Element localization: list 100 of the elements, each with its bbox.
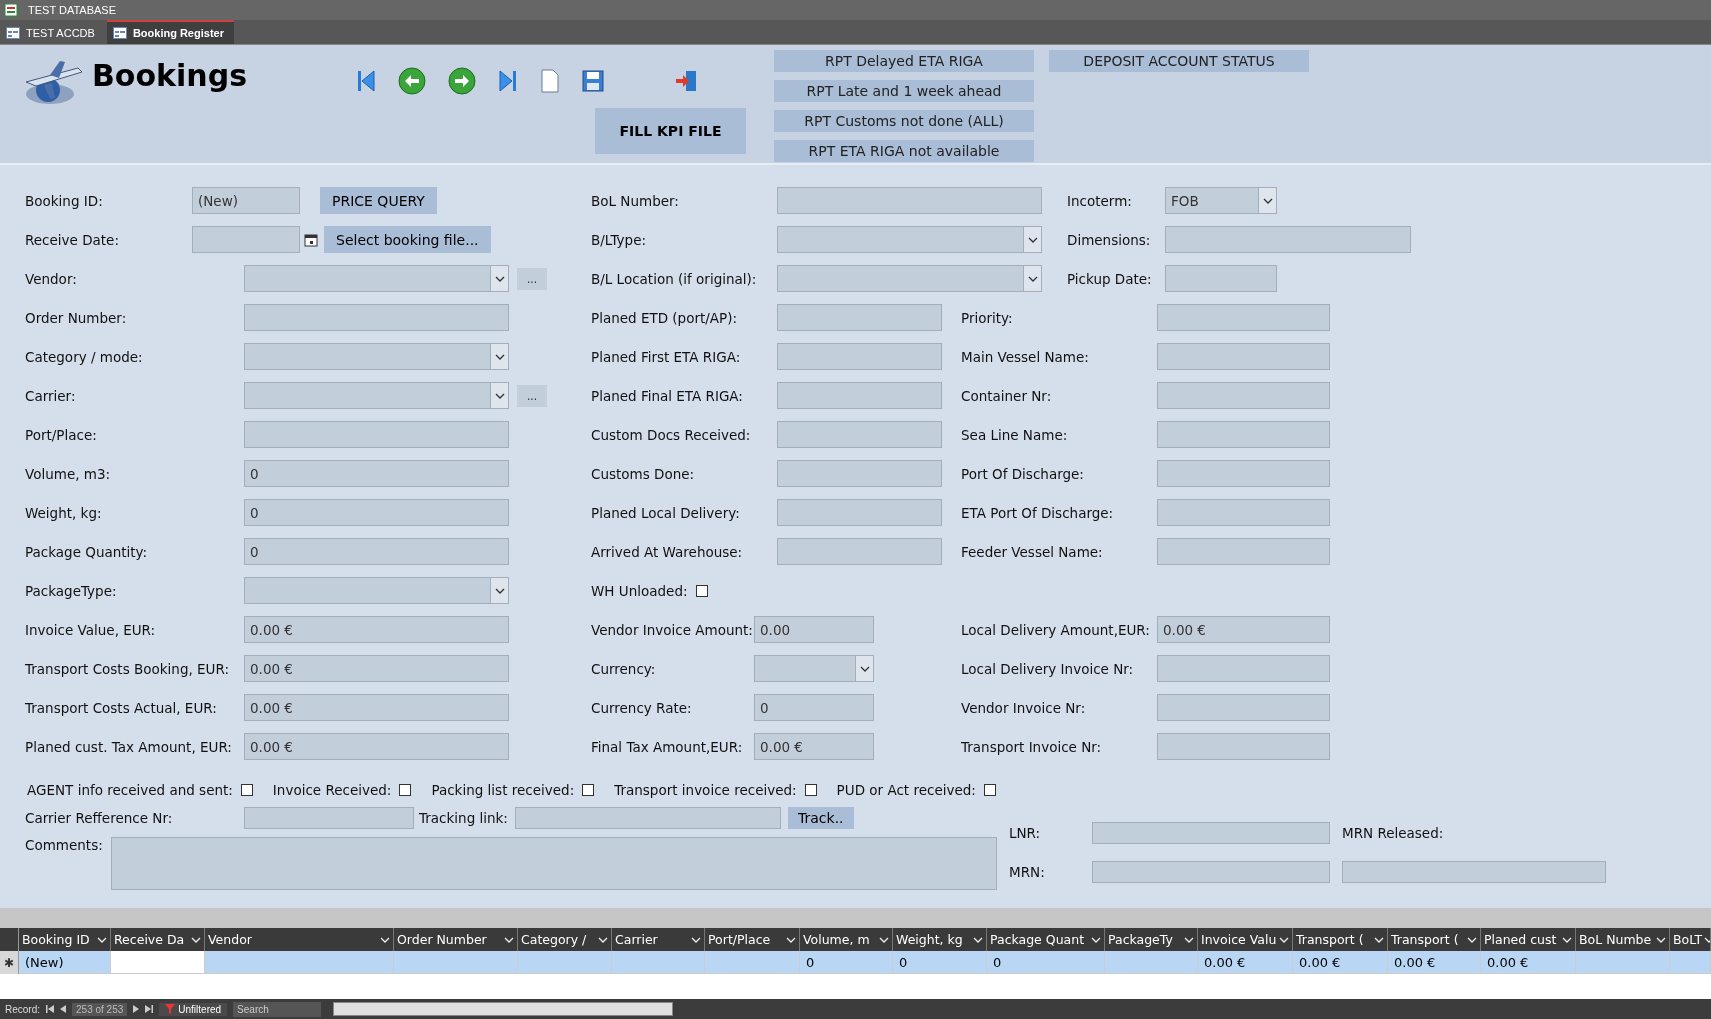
input-field[interactable] [1165,265,1277,292]
input-field[interactable] [777,382,942,409]
dropdown-field[interactable] [754,655,874,682]
input-field[interactable]: 0 [244,499,509,526]
action-button[interactable]: PRICE QUERY [320,187,437,214]
search-field[interactable]: Search [233,1001,322,1017]
input-field[interactable] [777,499,942,526]
input-field[interactable] [1157,382,1330,409]
caret-down-icon[interactable] [1184,936,1194,943]
input-field[interactable] [1092,821,1330,844]
input-field[interactable] [1092,860,1330,883]
input-field[interactable] [244,304,509,331]
input-field[interactable] [777,187,1042,214]
caret-down-icon[interactable] [1704,936,1710,943]
dropdown-field[interactable] [777,265,1042,292]
caret-down-icon[interactable] [973,936,983,943]
caret-down-icon[interactable] [97,936,107,943]
column-header[interactable]: Port/Place [705,928,800,951]
dropdown-field[interactable] [244,382,509,409]
input-field[interactable] [1157,694,1330,721]
report-button[interactable]: RPT ETA RIGA not available [774,140,1034,162]
fill-kpi-button[interactable]: FILL KPI FILE [595,108,746,154]
input-field[interactable] [1157,733,1330,760]
input-field[interactable] [1342,860,1606,883]
input-field[interactable]: 0.00 € [244,733,509,760]
calendar-icon[interactable] [304,232,318,247]
column-header[interactable]: Planed cust [1481,928,1576,951]
caret-down-icon[interactable] [1374,936,1384,943]
report-button[interactable]: RPT Customs not done (ALL) [774,110,1034,132]
column-header[interactable]: Volume, m [800,928,893,951]
caret-down-icon[interactable] [191,936,201,943]
column-header[interactable]: Booking ID [19,928,111,951]
dropdown-field[interactable] [244,265,509,292]
checkbox[interactable] [695,584,708,597]
column-header[interactable]: Carrier [612,928,705,951]
first-record-icon[interactable] [356,69,376,93]
column-header[interactable]: Invoice Valu [1198,928,1293,951]
comments-field[interactable] [111,837,997,890]
document-tab[interactable]: TEST ACCDB [0,20,105,44]
horizontal-scrollbar[interactable] [333,1002,674,1016]
input-field[interactable] [777,421,942,448]
checkbox[interactable] [399,784,412,796]
caret-down-icon[interactable] [1562,936,1572,943]
input-field[interactable] [1165,226,1411,253]
new-document-icon[interactable] [540,69,560,93]
input-field[interactable]: 0 [754,694,874,721]
input-field[interactable]: (New) [192,187,300,214]
column-header[interactable]: Weight, kg [893,928,987,951]
record-position[interactable]: 253 of 253 [72,1002,128,1016]
column-header[interactable]: Transport ( [1293,928,1388,951]
checkbox[interactable] [582,784,595,796]
caret-down-icon[interactable] [504,936,514,943]
input-field[interactable] [777,538,942,565]
last-record-icon[interactable] [498,69,518,93]
caret-down-icon[interactable] [786,936,796,943]
checkbox[interactable] [804,784,817,796]
input-field[interactable]: 0 [244,460,509,487]
checkbox[interactable] [240,784,253,796]
column-header[interactable]: Package Quant [987,928,1105,951]
deposit-status-button[interactable]: DEPOSIT ACCOUNT STATUS [1049,50,1309,72]
input-field[interactable] [777,343,942,370]
column-header[interactable]: Order Number [394,928,518,951]
input-field[interactable]: 0.00 € [244,655,509,682]
report-button[interactable]: RPT Late and 1 week ahead [774,80,1034,102]
column-header[interactable]: Category / [518,928,612,951]
action-button[interactable]: Select booking file... [324,226,491,253]
caret-down-icon[interactable] [691,936,701,943]
input-field[interactable]: 0 [244,538,509,565]
input-field[interactable]: 0.00 € [754,733,874,760]
input-field[interactable] [244,807,414,829]
input-field[interactable] [1157,499,1330,526]
input-field[interactable] [1157,304,1330,331]
report-button[interactable]: RPT Delayed ETA RIGA [774,50,1034,72]
input-field[interactable] [777,460,942,487]
column-header[interactable]: Vendor [205,928,394,951]
input-field[interactable]: 0.00 € [244,616,509,643]
input-field[interactable] [1157,655,1330,682]
caret-down-icon[interactable] [1656,936,1666,943]
caret-down-icon[interactable] [879,936,889,943]
column-header[interactable]: Receive Da [111,928,205,951]
last-record-icon[interactable] [145,1005,154,1013]
input-field[interactable]: 0.00 € [1157,616,1330,643]
input-field[interactable] [1157,460,1330,487]
document-tab[interactable]: Booking Register [106,20,234,44]
caret-down-icon[interactable] [1279,936,1289,943]
dropdown-field[interactable] [244,343,509,370]
date-field[interactable] [192,226,300,253]
column-header[interactable]: Transport ( [1388,928,1481,951]
next-record-icon[interactable] [133,1005,140,1013]
caret-down-icon[interactable] [1091,936,1101,943]
dropdown-field[interactable] [244,577,509,604]
column-header[interactable]: BoL Numbe [1576,928,1670,951]
first-record-icon[interactable] [46,1005,54,1013]
checkbox[interactable] [983,784,996,796]
column-header[interactable]: BoLT [1670,928,1711,951]
previous-record-icon[interactable] [60,1005,66,1013]
input-field[interactable]: 0.00 € [244,694,509,721]
caret-down-icon[interactable] [380,936,390,943]
filter-status-button[interactable]: Unfiltered [159,1002,228,1016]
more-button[interactable]: ... [517,384,547,407]
